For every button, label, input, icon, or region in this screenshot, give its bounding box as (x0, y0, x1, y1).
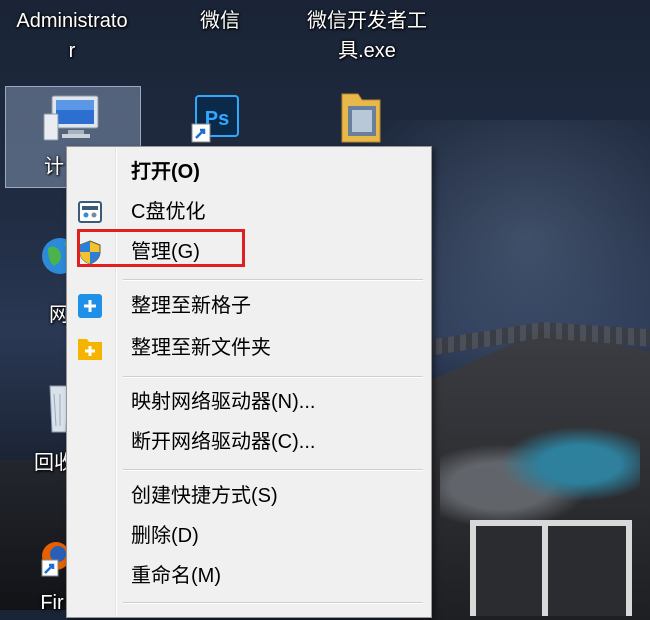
context-menu: 打开(O) C盘优化 管理(G) 整理至新格子 整理至新文件夹 映射网络驱动器(… (66, 146, 432, 618)
menu-item-label: 整理至新格子 (131, 295, 251, 317)
desktop-icon-wechat-devtools[interactable]: 微信开发者工 具.exe (292, 6, 442, 66)
menu-separator (123, 279, 423, 281)
desktop-icon-label: 微信开发者工 (307, 10, 427, 32)
desktop-icon-label: 具.exe (338, 40, 396, 62)
menu-separator (123, 376, 423, 378)
menu-item-rename[interactable]: 重命名(M) (67, 556, 431, 596)
menu-item-new-folder[interactable]: 整理至新文件夹 (67, 328, 431, 368)
menu-item-label: C盘优化 (131, 201, 206, 223)
menu-item-disconnect-network-drive[interactable]: 断开网络驱动器(C)... (67, 422, 431, 462)
menu-item-label: 整理至新文件夹 (131, 337, 271, 359)
plus-folder-icon (77, 335, 103, 361)
menu-item-label: 创建快捷方式(S) (131, 485, 278, 507)
menu-item-new-grid[interactable]: 整理至新格子 (67, 286, 431, 326)
menu-item-label: 打开(O) (131, 161, 200, 183)
menu-separator (123, 469, 423, 471)
menu-item-delete[interactable]: 删除(D) (67, 516, 431, 556)
desktop-icon-label: 微信 (200, 10, 240, 32)
menu-separator (123, 602, 423, 604)
plus-blue-icon (77, 293, 103, 319)
menu-item-create-shortcut[interactable]: 创建快捷方式(S) (67, 476, 431, 516)
wallpaper-graffiti (440, 420, 640, 530)
menu-item-label: 删除(D) (131, 525, 199, 547)
desktop-icon-label: r (68, 40, 76, 62)
disk-optimize-icon (77, 199, 103, 225)
highlight-annotation-box (77, 229, 245, 267)
menu-item-open[interactable]: 打开(O) (67, 152, 431, 192)
wallpaper-window (470, 520, 632, 616)
computer-icon (42, 94, 104, 149)
folder-icon[interactable] (336, 88, 386, 151)
desktop-icon-wechat[interactable]: 微信 (180, 6, 260, 36)
menu-item-label: 断开网络驱动器(C)... (131, 431, 316, 453)
desktop-icon-administrator[interactable]: Administrato r (2, 6, 142, 66)
menu-item-label: 重命名(M) (131, 565, 221, 587)
menu-item-c-drive-optimize[interactable]: C盘优化 (67, 192, 431, 232)
menu-item-map-network-drive[interactable]: 映射网络驱动器(N)... (67, 382, 431, 422)
desktop-icon-label: Administrato (16, 10, 128, 32)
photoshop-shortcut-icon[interactable]: Ps (190, 92, 244, 151)
menu-item-label: 映射网络驱动器(N)... (131, 391, 316, 413)
